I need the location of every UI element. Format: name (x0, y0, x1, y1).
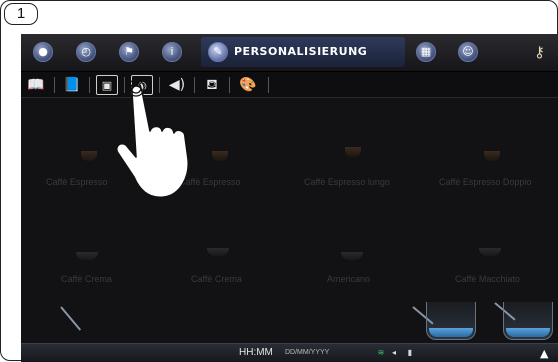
drink-tile-label[interactable]: Caffè Crema (61, 274, 112, 284)
time-display: HH:MM (239, 347, 273, 358)
drink-tile-label[interactable]: Caffè Crema (191, 274, 242, 284)
toolbar-divider (89, 77, 90, 93)
macchiato-cup-icon (479, 248, 501, 256)
toolbar-divider (229, 77, 230, 93)
espresso-doppio-cup-icon (484, 151, 500, 161)
machine-screen: ● ◴ ⚑ i ✎ PERSONALISIERUNG ▦ ☺ ⚷ 📖 📘 ▣ ◉… (21, 34, 558, 362)
glass-icon (426, 302, 476, 340)
crema-cup-icon (207, 248, 229, 256)
bottle-cup-icon[interactable]: ⛾ (201, 75, 223, 95)
user-icon[interactable]: ☺ (458, 42, 478, 62)
step-number-badge: 1 (4, 3, 38, 25)
drink-tile-label[interactable]: Caffè Espresso lungo (304, 177, 390, 187)
palette-icon[interactable]: 🎨 (237, 75, 259, 95)
pointing-hand-icon (115, 79, 189, 199)
wifi-icon: ≋ (377, 348, 385, 357)
drink-tile-label[interactable]: Americano (327, 274, 370, 284)
flag-icon[interactable]: ⚑ (119, 42, 139, 62)
toolbar-divider (54, 77, 55, 93)
arrow-up-icon[interactable]: ▲ (540, 347, 548, 360)
date-display: DD/MM/YYYY (285, 349, 330, 356)
espresso-cup-icon (212, 151, 228, 161)
status-bar: HH:MM DD/MM/YYYY ≋ ◂ ▮ ▲ (21, 343, 558, 362)
key-icon[interactable]: ⚷ (534, 43, 550, 61)
drink-tile-label[interactable]: Caffè Espresso Doppio (439, 177, 531, 187)
book-icon[interactable]: 📖 (25, 75, 47, 95)
clock-icon[interactable]: ◴ (76, 42, 96, 62)
espresso-cup-icon (81, 151, 97, 161)
americano-cup-icon (341, 252, 363, 260)
calculator-icon[interactable]: ▦ (416, 42, 436, 62)
card-icon: ▮ (407, 348, 413, 357)
crema-cup-icon (76, 252, 98, 260)
pencil-icon: ✎ (208, 42, 228, 62)
drink-tile-label[interactable]: Caffè Espresso (46, 177, 107, 187)
glass-icon (503, 302, 553, 340)
water-drop-icon[interactable]: ● (33, 42, 53, 62)
tab-personalisierung-label: PERSONALISIERUNG (234, 45, 368, 58)
instruction-frame: 1 ● ◴ ⚑ i ✎ PERSONALISIERUNG ▦ ☺ ⚷ 📖 📘 ▣… (0, 0, 558, 362)
personalization-toolbar: 📖 📘 ▣ ◉ ◀) ⛾ 🎨 (21, 72, 558, 98)
milk-spout-icon (60, 306, 82, 331)
toolbar-divider (268, 77, 269, 93)
book-user-icon[interactable]: 📘 (61, 75, 83, 95)
espresso-lungo-cup-icon (345, 147, 361, 157)
volume-icon: ◂ (391, 348, 396, 357)
top-navigation-bar: ● ◴ ⚑ i ✎ PERSONALISIERUNG ▦ ☺ ⚷ (21, 34, 558, 72)
drink-tile-label[interactable]: Caffè Macchiato (455, 274, 520, 284)
info-icon[interactable]: i (162, 42, 182, 62)
